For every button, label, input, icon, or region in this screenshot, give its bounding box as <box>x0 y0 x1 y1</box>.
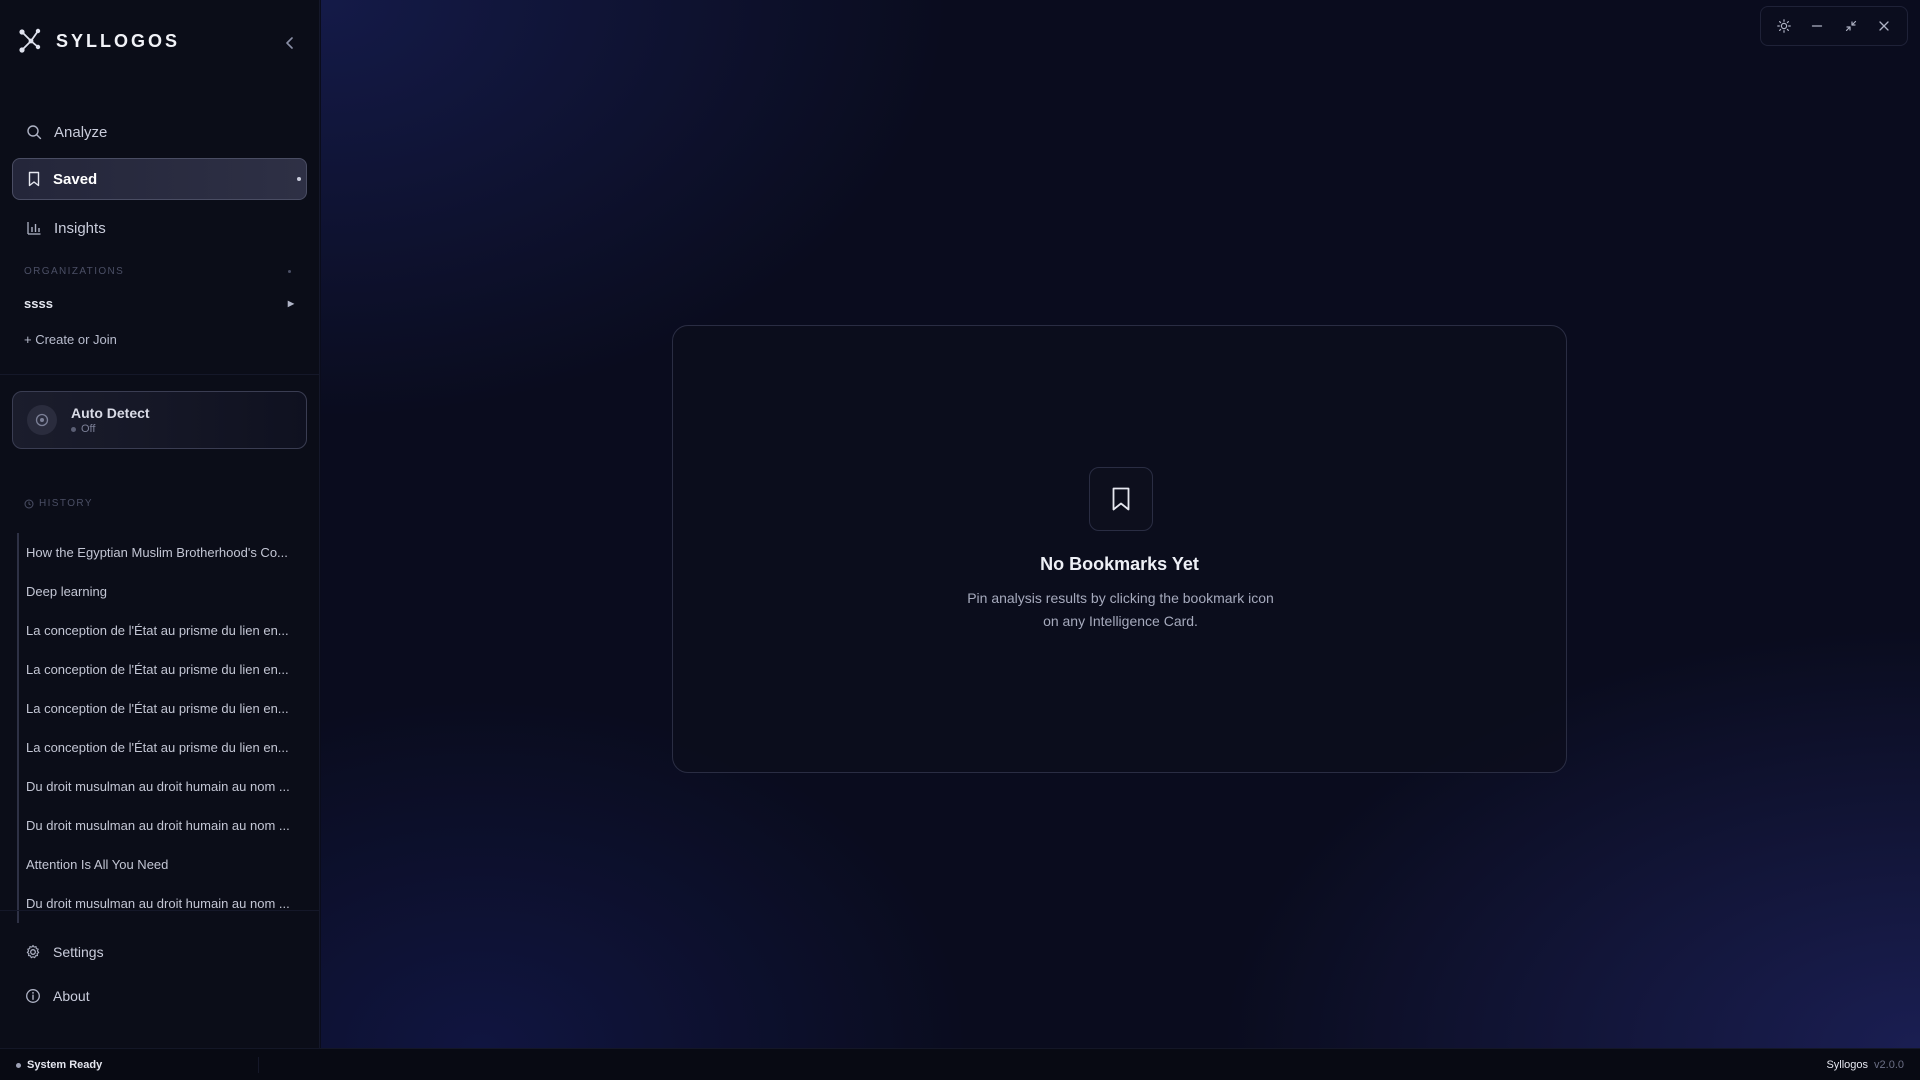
bookmark-icon <box>28 171 40 187</box>
sidebar: SYLLOGOS Analyze Saved Insights ORGANIZA… <box>0 0 320 1048</box>
app-version-info: Syllogos v2.0.0 <box>1826 1059 1904 1071</box>
org-item-ssss[interactable]: ssss ▶ <box>24 296 294 311</box>
empty-state-title: No Bookmarks Yet <box>1040 554 1199 574</box>
auto-detect-status-text: Off <box>81 423 96 435</box>
history-item[interactable]: Attention Is All You Need <box>17 845 297 884</box>
theme-toggle-button[interactable] <box>1772 14 1796 38</box>
nav-insights-label: Insights <box>54 219 106 237</box>
auto-detect-toggle[interactable]: Auto Detect Off <box>12 391 307 449</box>
nav-analyze-label: Analyze <box>54 123 108 141</box>
nav-settings-label: Settings <box>53 944 104 960</box>
window-controls <box>1760 6 1908 46</box>
divider <box>0 910 320 911</box>
history-item[interactable]: Du droit musulman au droit humain au nom… <box>17 884 297 923</box>
history-item-title: Du droit musulman au droit humain au nom… <box>26 818 290 833</box>
history-item[interactable]: La conception de l'État au prisme du lie… <box>17 689 297 728</box>
minus-icon <box>1812 25 1823 27</box>
collapse-sidebar-button[interactable] <box>280 33 300 53</box>
status-app-name: Syllogos <box>1826 1059 1869 1071</box>
history-item[interactable]: Deep learning <box>17 572 297 611</box>
organizations-toggle[interactable] <box>288 270 291 273</box>
nav-analyze[interactable]: Analyze <box>12 111 307 153</box>
history-item[interactable]: La conception de l'État au prisme du lie… <box>17 611 297 650</box>
empty-state-description: Pin analysis results by clicking the boo… <box>967 590 1274 629</box>
nav-saved-label: Saved <box>53 170 98 188</box>
divider <box>258 1057 259 1073</box>
history-item-title: La conception de l'État au prisme du lie… <box>26 662 289 677</box>
history-item[interactable]: Du droit musulman au droit humain au nom… <box>17 806 297 845</box>
active-indicator <box>297 177 301 181</box>
history-item-title: How the Egyptian Muslim Brotherhood's Co… <box>26 545 288 560</box>
history-label: HISTORY <box>24 498 93 509</box>
history-item-title: Du droit musulman au droit humain au nom… <box>26 896 290 911</box>
system-status-text: System Ready <box>27 1059 103 1071</box>
nav-settings[interactable]: Settings <box>12 934 307 970</box>
status-bar: System Ready Syllogos v2.0.0 <box>0 1048 1920 1080</box>
create-or-join-link[interactable]: + Create or Join <box>24 332 117 347</box>
status-dot <box>16 1062 21 1068</box>
nav-insights[interactable]: Insights <box>12 207 307 249</box>
history-item-title: La conception de l'État au prisme du lie… <box>26 740 289 755</box>
shrink-icon <box>1845 20 1856 32</box>
app-name: SYLLOGOS <box>56 30 181 51</box>
app-window: SYLLOGOS Analyze Saved Insights ORGANIZA… <box>0 0 1920 1080</box>
nav-saved[interactable]: Saved <box>12 158 307 200</box>
caret-right-icon: ▶ <box>287 299 294 308</box>
history-label-text: HISTORY <box>39 498 93 509</box>
main-content: No Bookmarks Yet Pin analysis results by… <box>321 0 1920 1048</box>
clock-icon <box>24 499 34 508</box>
sun-icon <box>1776 19 1791 33</box>
history-item-title: Attention Is All You Need <box>26 857 169 872</box>
info-icon <box>26 989 40 1003</box>
app-version: v2.0.0 <box>1874 1059 1904 1071</box>
system-status: System Ready <box>16 1059 102 1071</box>
chevron-left-icon <box>286 37 293 49</box>
divider <box>0 374 320 375</box>
nav-about-label: About <box>53 988 90 1004</box>
organizations-label-text: ORGANIZATIONS <box>24 266 125 277</box>
auto-detect-status: Off <box>71 423 150 435</box>
restore-button[interactable] <box>1839 14 1863 38</box>
minimize-button[interactable] <box>1805 14 1829 38</box>
gear-icon <box>26 944 40 959</box>
history-item-title: Deep learning <box>26 584 107 599</box>
history-item-title: La conception de l'État au prisme du lie… <box>26 701 289 716</box>
empty-state-card: No Bookmarks Yet Pin analysis results by… <box>672 325 1567 773</box>
org-name: ssss <box>24 296 53 311</box>
target-icon <box>27 405 57 435</box>
search-icon <box>27 125 42 140</box>
history-list: How the Egyptian Muslim Brotherhood's Co… <box>17 533 297 923</box>
brand: SYLLOGOS <box>18 28 180 54</box>
organizations-label: ORGANIZATIONS <box>24 266 124 277</box>
close-button[interactable] <box>1872 14 1896 38</box>
bar-chart-icon <box>27 222 41 235</box>
status-dot <box>71 426 76 432</box>
history-item[interactable]: How the Egyptian Muslim Brotherhood's Co… <box>17 533 297 572</box>
nav-about[interactable]: About <box>12 978 307 1014</box>
history-item[interactable]: La conception de l'État au prisme du lie… <box>17 650 297 689</box>
auto-detect-title: Auto Detect <box>71 405 150 421</box>
history-item[interactable]: Du droit musulman au droit humain au nom… <box>17 767 297 806</box>
close-icon <box>1879 21 1889 31</box>
bookmark-icon <box>1089 467 1153 531</box>
network-logo-icon <box>19 28 41 53</box>
history-item-title: La conception de l'État au prisme du lie… <box>26 623 289 638</box>
history-item-title: Du droit musulman au droit humain au nom… <box>26 779 290 794</box>
history-item[interactable]: La conception de l'État au prisme du lie… <box>17 728 297 767</box>
